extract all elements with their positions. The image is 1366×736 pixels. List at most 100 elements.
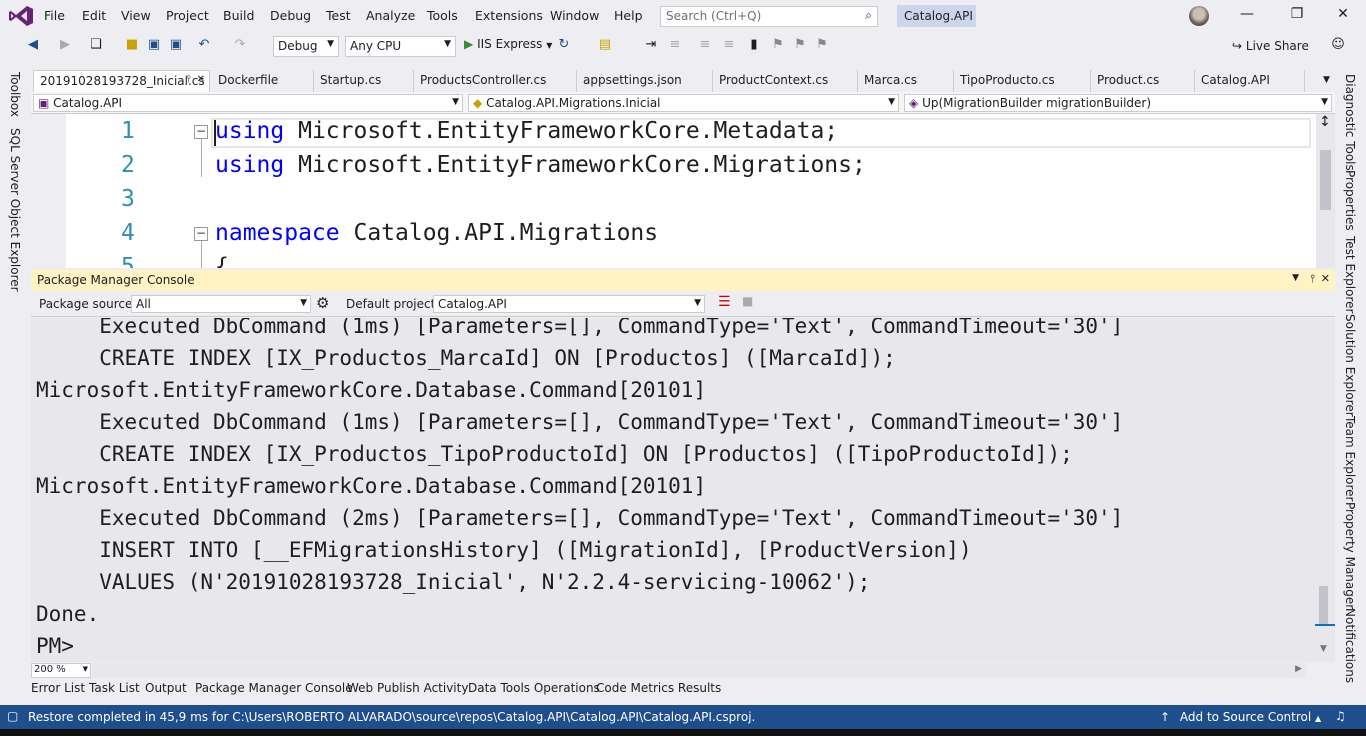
default-project-select[interactable]: Catalog.API ▼	[433, 295, 705, 313]
minimize-icon[interactable]: —	[1237, 6, 1257, 26]
diagnostic-tools-tab[interactable]: Diagnostic Tools	[1343, 74, 1357, 171]
code-text: Microsoft.EntityFrameworkCore.Metadata;	[284, 118, 839, 144]
scrollbar-thumb[interactable]	[1320, 150, 1331, 210]
team-explorer-tab[interactable]: Team Explorer	[1343, 416, 1357, 502]
tab-tipo-producto[interactable]: TipoProducto.cs	[954, 70, 1091, 92]
menu-test[interactable]: Test	[326, 8, 351, 23]
search-input[interactable]: Search (Ctrl+Q) ⌕	[660, 6, 878, 27]
tab-product-context[interactable]: ProductContext.cs	[713, 70, 858, 92]
tab-task-list[interactable]: Task List	[89, 681, 140, 695]
tab-startup[interactable]: Startup.cs	[314, 70, 414, 92]
notification-bell-icon[interactable]: ♫	[1335, 709, 1346, 723]
close-icon[interactable]: ✕	[1333, 6, 1353, 26]
clear-bookmarks-icon[interactable]: ⚑	[814, 37, 830, 55]
scroll-right-icon[interactable]: ▶	[1295, 664, 1302, 674]
refresh-icon[interactable]: ↻	[556, 37, 572, 55]
uncomment-icon[interactable]: ≡	[721, 37, 737, 55]
menu-extensions[interactable]: Extensions	[475, 8, 543, 23]
menu-help[interactable]: Help	[614, 8, 643, 23]
menu-file[interactable]: File	[44, 8, 65, 23]
menu-project[interactable]: Project	[166, 8, 209, 23]
sql-server-object-explorer-tab[interactable]: SQL Server Object Explorer	[8, 128, 22, 292]
project-dropdown[interactable]: ▣ Catalog.API ▼	[33, 94, 463, 112]
class-icon: ◆	[473, 96, 483, 110]
tab-products-controller[interactable]: ProductsController.cs	[414, 70, 577, 92]
run-button[interactable]: ▶ IIS Express ▼	[464, 37, 552, 55]
scroll-down-icon[interactable]: ▼	[1320, 644, 1327, 654]
step-over-icon[interactable]: ≡	[667, 37, 683, 55]
collapse-icon[interactable]: −	[194, 227, 208, 241]
clear-console-icon[interactable]: ☰	[718, 294, 731, 310]
tab-dockerfile[interactable]: Dockerfile	[212, 70, 314, 92]
type-dropdown[interactable]: ◆ Catalog.API.Migrations.Inicial ▼	[468, 94, 899, 112]
menu-view[interactable]: View	[121, 8, 151, 23]
redo-icon[interactable]: ↷	[232, 37, 248, 55]
new-project-icon[interactable]: ❑	[88, 37, 104, 55]
test-explorer-tab[interactable]: Test Explorer	[1343, 236, 1357, 313]
navigate-forward-icon[interactable]: ▶	[58, 37, 72, 55]
avatar[interactable]	[1189, 6, 1209, 26]
comment-icon[interactable]: ≡	[697, 37, 713, 55]
save-icon[interactable]: ▣	[146, 37, 162, 55]
step-into-icon[interactable]: ⇥	[643, 37, 659, 55]
undo-icon[interactable]: ↶	[196, 37, 212, 55]
editor-scrollbar[interactable]: ↕	[1316, 114, 1335, 268]
platform-select[interactable]: Any CPU ▼	[345, 36, 456, 57]
menu-debug[interactable]: Debug	[270, 8, 311, 23]
menu-tools[interactable]: Tools	[427, 8, 458, 23]
property-manager-tab[interactable]: Property Manager	[1343, 502, 1357, 609]
notifications-tab[interactable]: Notifications	[1343, 608, 1357, 683]
solution-explorer-tab[interactable]: Solution Explorer	[1343, 314, 1357, 417]
bookmark-icon[interactable]: ▮	[747, 37, 761, 55]
tab-product[interactable]: Product.cs	[1091, 70, 1195, 92]
scrollbar-thumb[interactable]	[1319, 586, 1328, 624]
properties-tab[interactable]: Properties	[1343, 170, 1357, 231]
package-source-select[interactable]: All ▼	[131, 295, 311, 313]
chevron-down-icon: ▼	[546, 41, 553, 50]
pin-icon[interactable]: ⫯	[1310, 272, 1315, 286]
browser-link-icon[interactable]: ▤	[597, 37, 613, 55]
next-bookmark-icon[interactable]: ⚑	[792, 37, 808, 55]
tab-data-tools-operations[interactable]: Data Tools Operations	[468, 681, 600, 695]
navigate-back-icon[interactable]: ◀	[26, 37, 40, 55]
save-all-icon[interactable]: ▣	[168, 37, 184, 55]
menu-build[interactable]: Build	[223, 8, 254, 23]
tab-inicial-migration[interactable]: 20191028193728_Inicial.cs ⫯ ✕	[33, 70, 210, 92]
tab-web-publish-activity[interactable]: Web Publish Activity	[347, 681, 468, 695]
tab-marca[interactable]: Marca.cs	[858, 70, 954, 92]
horizontal-scrollbar[interactable]: ▶	[92, 663, 1306, 678]
console-scrollbar[interactable]: ▼	[1315, 318, 1335, 662]
restore-icon[interactable]: ❐	[1287, 6, 1307, 26]
tab-appsettings[interactable]: appsettings.json	[577, 70, 713, 92]
close-icon[interactable]: ✕	[197, 74, 205, 85]
settings-icon[interactable]: ⚙	[316, 294, 329, 312]
tab-output[interactable]: Output	[145, 681, 187, 695]
stop-icon[interactable]: ■	[742, 294, 753, 308]
open-file-icon[interactable]: ■	[124, 37, 140, 55]
menu-analyze[interactable]: Analyze	[366, 8, 415, 23]
feedback-icon[interactable]: ☺	[1330, 37, 1346, 55]
window-position-icon[interactable]: ▼	[1292, 273, 1299, 283]
zoom-select[interactable]: 200 % ▼	[31, 663, 91, 678]
tab-error-list[interactable]: Error List	[31, 681, 85, 695]
tab-overflow-icon[interactable]: ▼	[1323, 75, 1330, 85]
tab-catalog-api[interactable]: Catalog.API	[1195, 70, 1305, 92]
tab-code-metrics-results[interactable]: Code Metrics Results	[596, 681, 721, 695]
menu-window[interactable]: Window	[550, 8, 599, 23]
pin-icon[interactable]: ⫯	[187, 74, 191, 85]
configuration-select[interactable]: Debug ▼	[273, 36, 339, 57]
split-icon[interactable]: ↕	[1319, 114, 1331, 130]
add-to-source-control-button[interactable]: ↑ Add to Source Control ▲	[1160, 710, 1321, 724]
member-dropdown[interactable]: ◈ Up(MigrationBuilder migrationBuilder) …	[904, 94, 1332, 112]
menu-edit[interactable]: Edit	[82, 8, 106, 23]
toolbox-tab[interactable]: Toolbox	[8, 72, 22, 117]
tab-package-manager-console[interactable]: Package Manager Console	[195, 681, 353, 695]
code-editor[interactable]: 1 2 3 4 5 − − using Microsoft.EntityFram…	[31, 114, 1335, 268]
zoom-value: 200 %	[34, 664, 66, 675]
collapse-icon[interactable]: −	[194, 125, 208, 139]
console-prompt[interactable]: PM>	[36, 634, 74, 658]
live-share-button[interactable]: ↪ Live Share	[1232, 39, 1309, 53]
prev-bookmark-icon[interactable]: ⚑	[770, 37, 786, 55]
console-output[interactable]: Executed DbCommand (1ms) [Parameters=[],…	[31, 318, 1335, 662]
close-icon[interactable]: ✕	[1321, 272, 1330, 285]
